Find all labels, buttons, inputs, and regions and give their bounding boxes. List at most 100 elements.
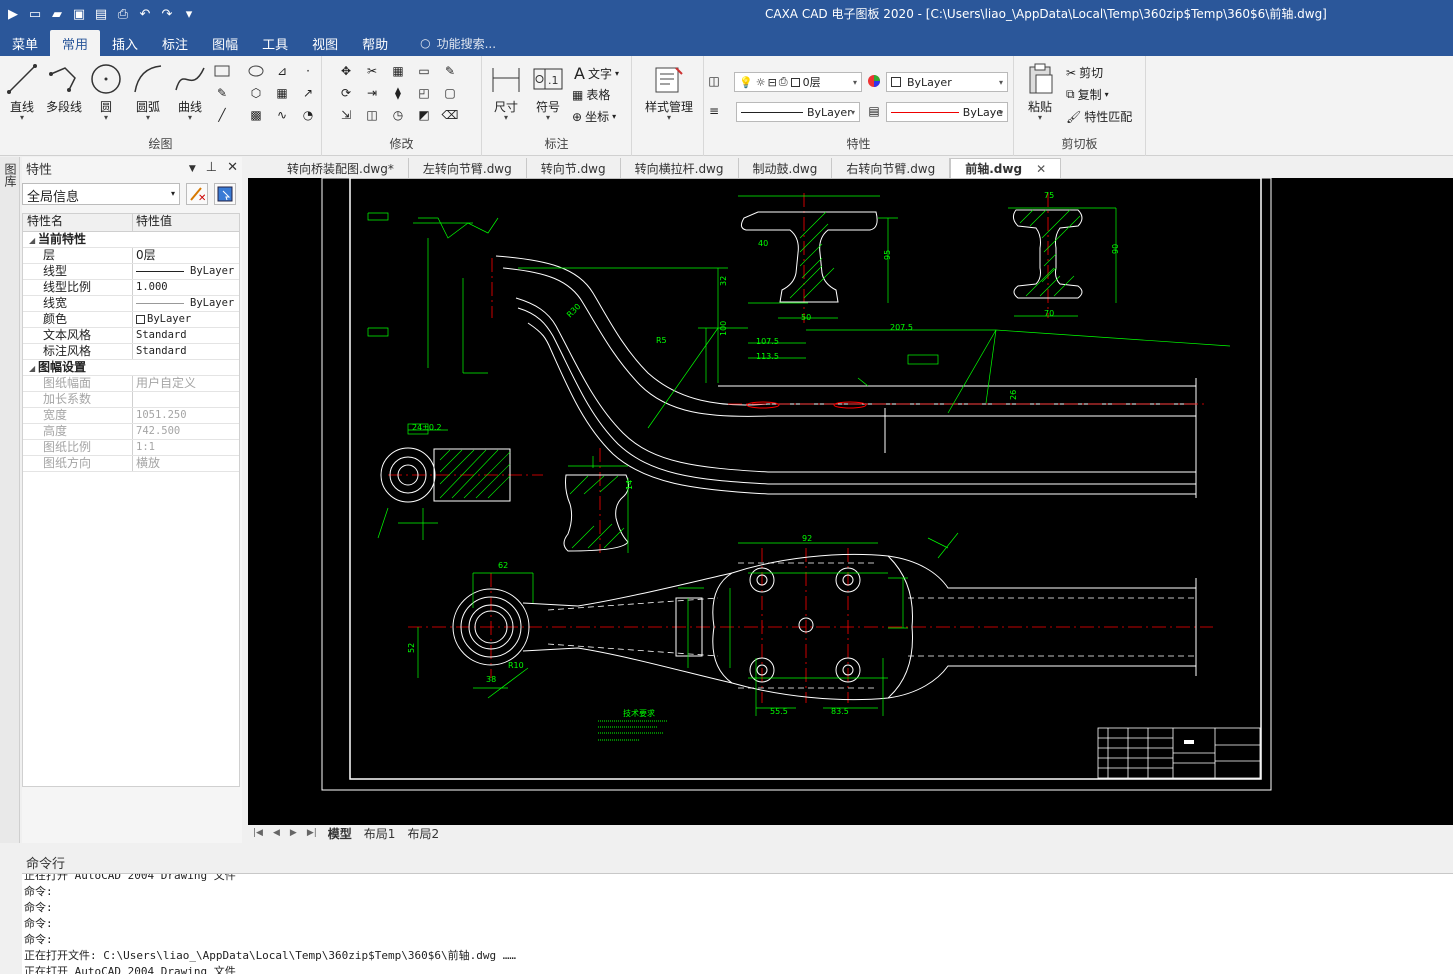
rectangle-icon[interactable] — [212, 62, 232, 80]
command-output[interactable]: 正在打开 AutoCAD 2004 Drawing 文件 命令: 命令: 命令:… — [22, 873, 1453, 974]
offset-icon[interactable]: ▭ — [414, 62, 434, 80]
prop-row-layer[interactable]: 层 0层 — [23, 248, 239, 264]
symbol-button[interactable]: .1 符号 ▾ — [526, 60, 570, 122]
scale-icon[interactable]: ◰ — [414, 84, 434, 102]
open-folder-icon[interactable]: ▰ — [48, 5, 66, 23]
doc-tab-right-knuckle-arm[interactable]: 右转向节臂.dwg — [832, 158, 951, 178]
layout-tab-2[interactable]: 布局2 — [401, 825, 445, 842]
section-current[interactable]: ◢ 当前特性 — [23, 232, 239, 248]
circle-button[interactable]: 圆 ▾ — [84, 60, 128, 122]
layout-tab-1[interactable]: 布局1 — [358, 825, 402, 842]
line-button[interactable]: 直线 ▾ — [0, 60, 44, 122]
layer-combo[interactable]: 💡 ☼ ⊟ ⎙ 0层 ▾ — [734, 72, 862, 92]
save-icon[interactable]: ▣ — [70, 5, 88, 23]
menu-main[interactable]: 菜单 — [0, 30, 50, 56]
pin-icon[interactable]: ⊥ — [206, 160, 217, 175]
explode-icon[interactable]: ▢ — [440, 84, 460, 102]
construction-line-icon[interactable]: ╱ — [212, 106, 232, 124]
move-icon[interactable]: ✥ — [336, 62, 356, 80]
polygon-icon[interactable]: ⬡ — [246, 84, 266, 102]
array-icon[interactable]: ▦ — [388, 62, 408, 80]
break-icon[interactable]: ◫ — [362, 106, 382, 124]
layer-manager-icon[interactable]: ◫ — [704, 72, 724, 90]
first-layout-icon[interactable]: |◀ — [253, 828, 263, 838]
next-layout-icon[interactable]: ▶ — [290, 828, 297, 838]
prop-row-orientation[interactable]: 图纸方向 横放 — [23, 456, 239, 472]
prop-row-dim-style[interactable]: 标注风格 Standard — [23, 344, 239, 360]
chamfer-icon[interactable]: ◩ — [414, 106, 434, 124]
prop-row-extend-factor[interactable]: 加长系数 — [23, 392, 239, 408]
match-properties-button[interactable]: 🖌 特性匹配 — [1066, 108, 1132, 125]
lineweight-menu-icon[interactable]: ≡ — [704, 102, 724, 120]
tab-tools[interactable]: 工具 — [250, 30, 300, 56]
doc-tab-steering-assembly[interactable]: 转向桥装配图.dwg* — [273, 158, 409, 178]
tab-annotate[interactable]: 标注 — [150, 30, 200, 56]
tab-view[interactable]: 视图 — [300, 30, 350, 56]
prop-row-linetype-scale[interactable]: 线型比例 1.000 — [23, 280, 239, 296]
save-all-icon[interactable]: ▤ — [92, 5, 110, 23]
library-side-tab[interactable]: 图库 — [0, 157, 21, 193]
quick-select-button[interactable]: ✕ — [186, 183, 208, 205]
customize-icon[interactable]: ▾ — [180, 5, 198, 23]
color-combo[interactable]: ByLayer ▾ — [886, 72, 1008, 92]
ellipse-icon[interactable] — [246, 62, 266, 80]
section-sheet[interactable]: ◢ 图幅设置 — [23, 360, 239, 376]
dropdown-icon[interactable]: ▼ — [189, 164, 196, 174]
spline-icon[interactable]: ∿ — [272, 106, 292, 124]
doc-tab-front-axle[interactable]: 前轴.dwg ✕ — [950, 158, 1062, 178]
redo-icon[interactable]: ↷ — [158, 5, 176, 23]
coordinate-button[interactable]: ⊕ 坐标 ▾ — [572, 108, 616, 125]
feature-search[interactable]: ○ 功能搜索... — [420, 30, 496, 56]
close-tab-icon[interactable]: ✕ — [1036, 162, 1046, 176]
prop-row-linetype[interactable]: 线型 ByLayer — [23, 264, 239, 280]
doc-tab-knuckle[interactable]: 转向节.dwg — [527, 158, 621, 178]
lineweight-combo[interactable]: ByLaye ▾ — [886, 102, 1008, 122]
tab-help[interactable]: 帮助 — [350, 30, 400, 56]
new-file-icon[interactable]: ▭ — [26, 5, 44, 23]
curve-button[interactable]: 曲线 ▾ — [168, 60, 212, 122]
paste-button[interactable]: 粘贴 ▾ — [1018, 60, 1062, 122]
pointer-icon[interactable]: ↗ — [298, 84, 318, 102]
arc-button[interactable]: 圆弧 ▾ — [126, 60, 170, 122]
app-icon[interactable]: ▶ — [4, 5, 22, 23]
copy-button[interactable]: ⧉ 复制 ▾ — [1066, 86, 1109, 103]
select-objects-button[interactable] — [214, 183, 236, 205]
doc-tab-tie-rod[interactable]: 转向横拉杆.dwg — [621, 158, 739, 178]
prev-layout-icon[interactable]: ◀ — [273, 828, 280, 838]
color-wheel-icon[interactable] — [864, 72, 884, 90]
prop-row-color[interactable]: 颜色 ByLayer — [23, 312, 239, 328]
fillet-icon[interactable]: ◷ — [388, 106, 408, 124]
close-icon[interactable]: ✕ — [227, 160, 238, 175]
tab-home[interactable]: 常用 — [50, 30, 101, 56]
erase-icon[interactable]: ⌫ — [440, 106, 460, 124]
undo-icon[interactable]: ↶ — [136, 5, 154, 23]
doc-tab-brake-drum[interactable]: 制动鼓.dwg — [739, 158, 833, 178]
prop-row-lineweight[interactable]: 线宽 ByLayer — [23, 296, 239, 312]
tab-insert[interactable]: 插入 — [100, 30, 150, 56]
lineweight-icon[interactable]: ▤ — [864, 102, 884, 120]
mirror-icon[interactable]: ⧫ — [388, 84, 408, 102]
extend-icon[interactable]: ⇥ — [362, 84, 382, 102]
tab-sheet[interactable]: 图幅 — [200, 30, 250, 56]
polyline-button[interactable]: 多段线 — [42, 60, 86, 115]
properties-selector[interactable]: 全局信息 ▾ — [22, 183, 180, 205]
text-button[interactable]: A 文字 ▾ — [574, 64, 619, 83]
pencil-icon[interactable]: ✎ — [212, 84, 232, 102]
table-button[interactable]: ▦ 表格 — [572, 86, 610, 103]
layout-tab-model[interactable]: 模型 — [322, 825, 358, 842]
prop-row-paper-size[interactable]: 图纸幅面 用户自定义 — [23, 376, 239, 392]
prop-row-height[interactable]: 高度 742.500 — [23, 424, 239, 440]
trim-icon[interactable]: ✂ — [362, 62, 382, 80]
style-manager-button[interactable]: 样式管理 ▾ — [636, 60, 702, 122]
point-icon[interactable]: · — [298, 62, 318, 80]
dimension-button[interactable]: 尺寸 ▾ — [484, 60, 528, 122]
last-layout-icon[interactable]: ▶| — [307, 828, 317, 838]
doc-tab-left-knuckle-arm[interactable]: 左转向节臂.dwg — [409, 158, 527, 178]
prop-row-width[interactable]: 宽度 1051.250 — [23, 408, 239, 424]
cut-button[interactable]: ✂ 剪切 — [1066, 64, 1103, 81]
stretch-icon[interactable]: ⇲ — [336, 106, 356, 124]
hatch-icon[interactable]: ▦ — [272, 84, 292, 102]
drawing-canvas[interactable]: 75 40 90 70 50 95 207.5 107.5 113.5 26 3… — [248, 178, 1453, 825]
brush-icon[interactable]: ✎ — [440, 62, 460, 80]
linetype-combo[interactable]: ByLayer ▾ — [736, 102, 860, 122]
